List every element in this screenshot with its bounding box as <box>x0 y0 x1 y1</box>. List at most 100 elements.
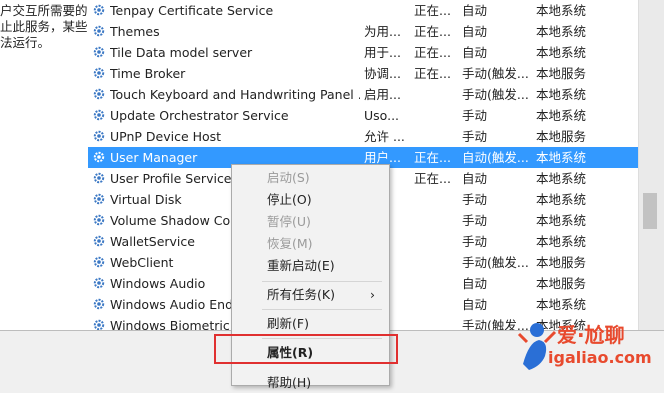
gear-icon <box>93 235 105 247</box>
service-name: Time Broker <box>110 66 186 81</box>
description-line: 止此服务，某些 <box>0 19 88 34</box>
service-status <box>414 210 460 231</box>
gear-icon <box>93 172 105 184</box>
description-line: 法运行。 <box>0 35 51 50</box>
service-status <box>414 294 460 315</box>
service-logon-as: 本地系统 <box>536 45 587 60</box>
service-name: Tile Data model server <box>110 45 253 60</box>
service-description <box>364 0 410 21</box>
service-startup-type: 手动 <box>462 213 488 228</box>
gear-icon <box>93 277 105 289</box>
service-status <box>414 189 460 210</box>
vertical-scrollbar[interactable] <box>638 0 664 330</box>
menu-item-restart[interactable]: 重新启动(E) <box>232 255 387 276</box>
gear-icon <box>93 88 105 100</box>
service-name: Touch Keyboard and Handwriting Panel ... <box>110 87 360 102</box>
service-startup-type: 自动 <box>462 24 488 39</box>
menu-item-stop[interactable]: 停止(O) <box>232 189 387 210</box>
service-row[interactable]: Tenpay Certificate Service 正在... 自动 本地系统 <box>88 0 638 21</box>
service-startup-type: 手动 <box>462 108 488 123</box>
service-name: Update Orchestrator Service <box>110 108 289 123</box>
service-name: Tenpay Certificate Service <box>110 3 274 18</box>
service-status: 正在... <box>414 150 451 165</box>
service-row[interactable]: UPnP Device Host 允许 ... 手动 本地服务 <box>88 126 638 147</box>
service-startup-type: 手动 <box>462 234 488 249</box>
service-status <box>414 315 460 330</box>
service-startup-type: 手动 <box>462 192 488 207</box>
service-logon-as: 本地系统 <box>536 3 587 18</box>
service-description: 为用... <box>364 24 401 39</box>
service-logon-as: 本地服务 <box>536 255 587 270</box>
menu-item-help[interactable]: 帮助(H) <box>232 372 387 393</box>
service-row[interactable]: Update Orchestrator Service Uso... 手动 本地系统 <box>88 105 638 126</box>
service-logon-as: 本地系统 <box>536 234 587 249</box>
service-description: Uso... <box>364 108 400 123</box>
service-name: UPnP Device Host <box>110 129 222 144</box>
menu-item-resume: 恢复(M) <box>267 236 313 251</box>
service-startup-type: 自动 <box>462 45 488 60</box>
gear-icon <box>93 46 105 58</box>
service-logon-as: 本地服务 <box>536 66 587 81</box>
service-logon-as: 本地服务 <box>536 129 587 144</box>
service-status: 正在... <box>414 66 451 81</box>
gear-icon <box>93 25 105 37</box>
service-description: 启用... <box>364 87 401 102</box>
gear-icon <box>93 109 105 121</box>
service-row[interactable]: Time Broker 协调... 正在... 手动(触发... 本地服务 <box>88 63 638 84</box>
submenu-arrow-icon: › <box>370 287 375 302</box>
service-status <box>414 231 460 252</box>
service-startup-type: 自动(触发... <box>462 150 529 165</box>
menu-separator <box>262 309 382 310</box>
service-startup-type: 手动(触发... <box>462 87 529 102</box>
watermark-brand: 爱·尬聊 <box>557 323 625 347</box>
gear-icon <box>93 256 105 268</box>
menu-item-start: 启动(S) <box>267 170 310 185</box>
service-row[interactable]: Themes 为用... 正在... 自动 本地系统 <box>88 21 638 42</box>
service-logon-as: 本地系统 <box>536 192 587 207</box>
service-logon-as: 本地系统 <box>536 24 587 39</box>
scrollbar-thumb[interactable] <box>643 193 657 229</box>
service-startup-type: 手动 <box>462 129 488 144</box>
description-line: 户交互所需要的 <box>0 3 88 18</box>
service-description: 允许 ... <box>364 129 405 144</box>
service-status <box>414 126 460 147</box>
service-status: 正在... <box>414 45 451 60</box>
gear-icon <box>93 67 105 79</box>
menu-separator <box>262 281 382 282</box>
service-status: 正在... <box>414 171 451 186</box>
service-logon-as: 本地系统 <box>536 87 587 102</box>
service-status <box>414 105 460 126</box>
service-description: 用于... <box>364 45 401 60</box>
gear-icon <box>93 214 105 226</box>
menu-item-all-tasks-label: 所有任务(K) <box>267 287 335 302</box>
service-logon-as: 本地系统 <box>536 213 587 228</box>
watermark-url: igaliao.com <box>548 348 652 367</box>
service-startup-type: 自动 <box>462 276 488 291</box>
service-logon-as: 本地系统 <box>536 150 587 165</box>
service-name: Themes <box>110 24 160 39</box>
properties-highlight-box <box>214 334 398 364</box>
menu-item-pause: 暂停(U) <box>267 214 311 229</box>
service-logon-as: 本地服务 <box>536 276 587 291</box>
service-description-text: 户交互所需要的 止此服务，某些 法运行。 <box>0 0 88 51</box>
service-logon-as: 本地系统 <box>536 171 587 186</box>
service-status <box>414 84 460 105</box>
gear-icon <box>93 193 105 205</box>
service-startup-type: 手动(触发... <box>462 66 529 81</box>
gear-icon <box>93 298 105 310</box>
service-status <box>414 273 460 294</box>
service-description-pane: 户交互所需要的 止此服务，某些 法运行。 <box>0 0 88 330</box>
gear-icon <box>93 4 105 16</box>
gear-icon <box>93 130 105 142</box>
service-logon-as: 本地系统 <box>536 108 587 123</box>
service-row[interactable]: Touch Keyboard and Handwriting Panel ...… <box>88 84 638 105</box>
service-status: 正在... <box>414 3 451 18</box>
service-row[interactable]: Tile Data model server 用于... 正在... 自动 本地系统 <box>88 42 638 63</box>
service-description: 协调... <box>364 66 401 81</box>
menu-item-all-tasks[interactable]: 所有任务(K) › <box>232 284 387 305</box>
service-startup-type: 手动(触发... <box>462 255 529 270</box>
service-status: 正在... <box>414 24 451 39</box>
gear-icon <box>93 151 105 163</box>
menu-item-refresh[interactable]: 刷新(F) <box>232 313 387 334</box>
service-startup-type: 自动 <box>462 171 488 186</box>
